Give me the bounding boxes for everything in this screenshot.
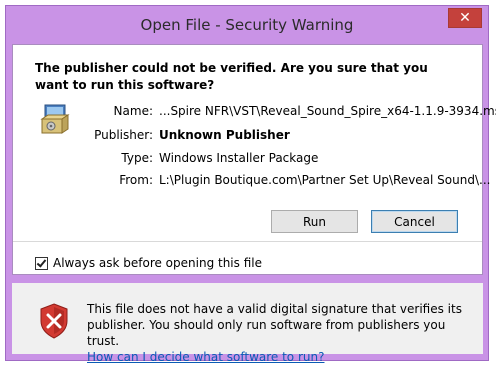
type-value: Windows Installer Package (159, 151, 319, 165)
window-title: Open File - Security Warning (140, 16, 354, 34)
shield-warning-icon (40, 303, 68, 339)
run-button[interactable]: Run (271, 210, 358, 233)
main-panel: The publisher could not be verified. Are… (12, 44, 496, 275)
warning-heading: The publisher could not be verified. Are… (35, 61, 428, 92)
name-label: Name: (113, 104, 153, 118)
always-ask-row[interactable]: Always ask before opening this file (35, 256, 262, 270)
divider (13, 241, 482, 242)
cancel-button[interactable]: Cancel (371, 210, 458, 233)
type-label: Type: (121, 151, 153, 165)
from-value: L:\Plugin Boutique.com\Partner Set Up\Re… (159, 173, 491, 187)
always-ask-label[interactable]: Always ask before opening this file (53, 256, 262, 270)
title-bar[interactable]: Open File - Security Warning ✕ (6, 6, 488, 44)
warning-message: This file does not have a valid digital … (87, 301, 467, 365)
help-link[interactable]: How can I decide what software to run? (87, 349, 467, 365)
publisher-label: Publisher: (94, 128, 153, 142)
publisher-value: Unknown Publisher (159, 128, 290, 142)
warning-body: This file does not have a valid digital … (87, 302, 462, 348)
close-button[interactable]: ✕ (448, 8, 482, 28)
always-ask-checkbox[interactable] (35, 256, 48, 270)
warning-footer: This file does not have a valid digital … (12, 283, 483, 364)
name-value: ...Spire NFR\VST\Reveal_Sound_Spire_x64-… (159, 104, 496, 118)
from-label: From: (119, 173, 153, 187)
close-icon: ✕ (459, 10, 471, 26)
dialog-window: Open File - Security Warning ✕ The publi… (5, 5, 496, 364)
